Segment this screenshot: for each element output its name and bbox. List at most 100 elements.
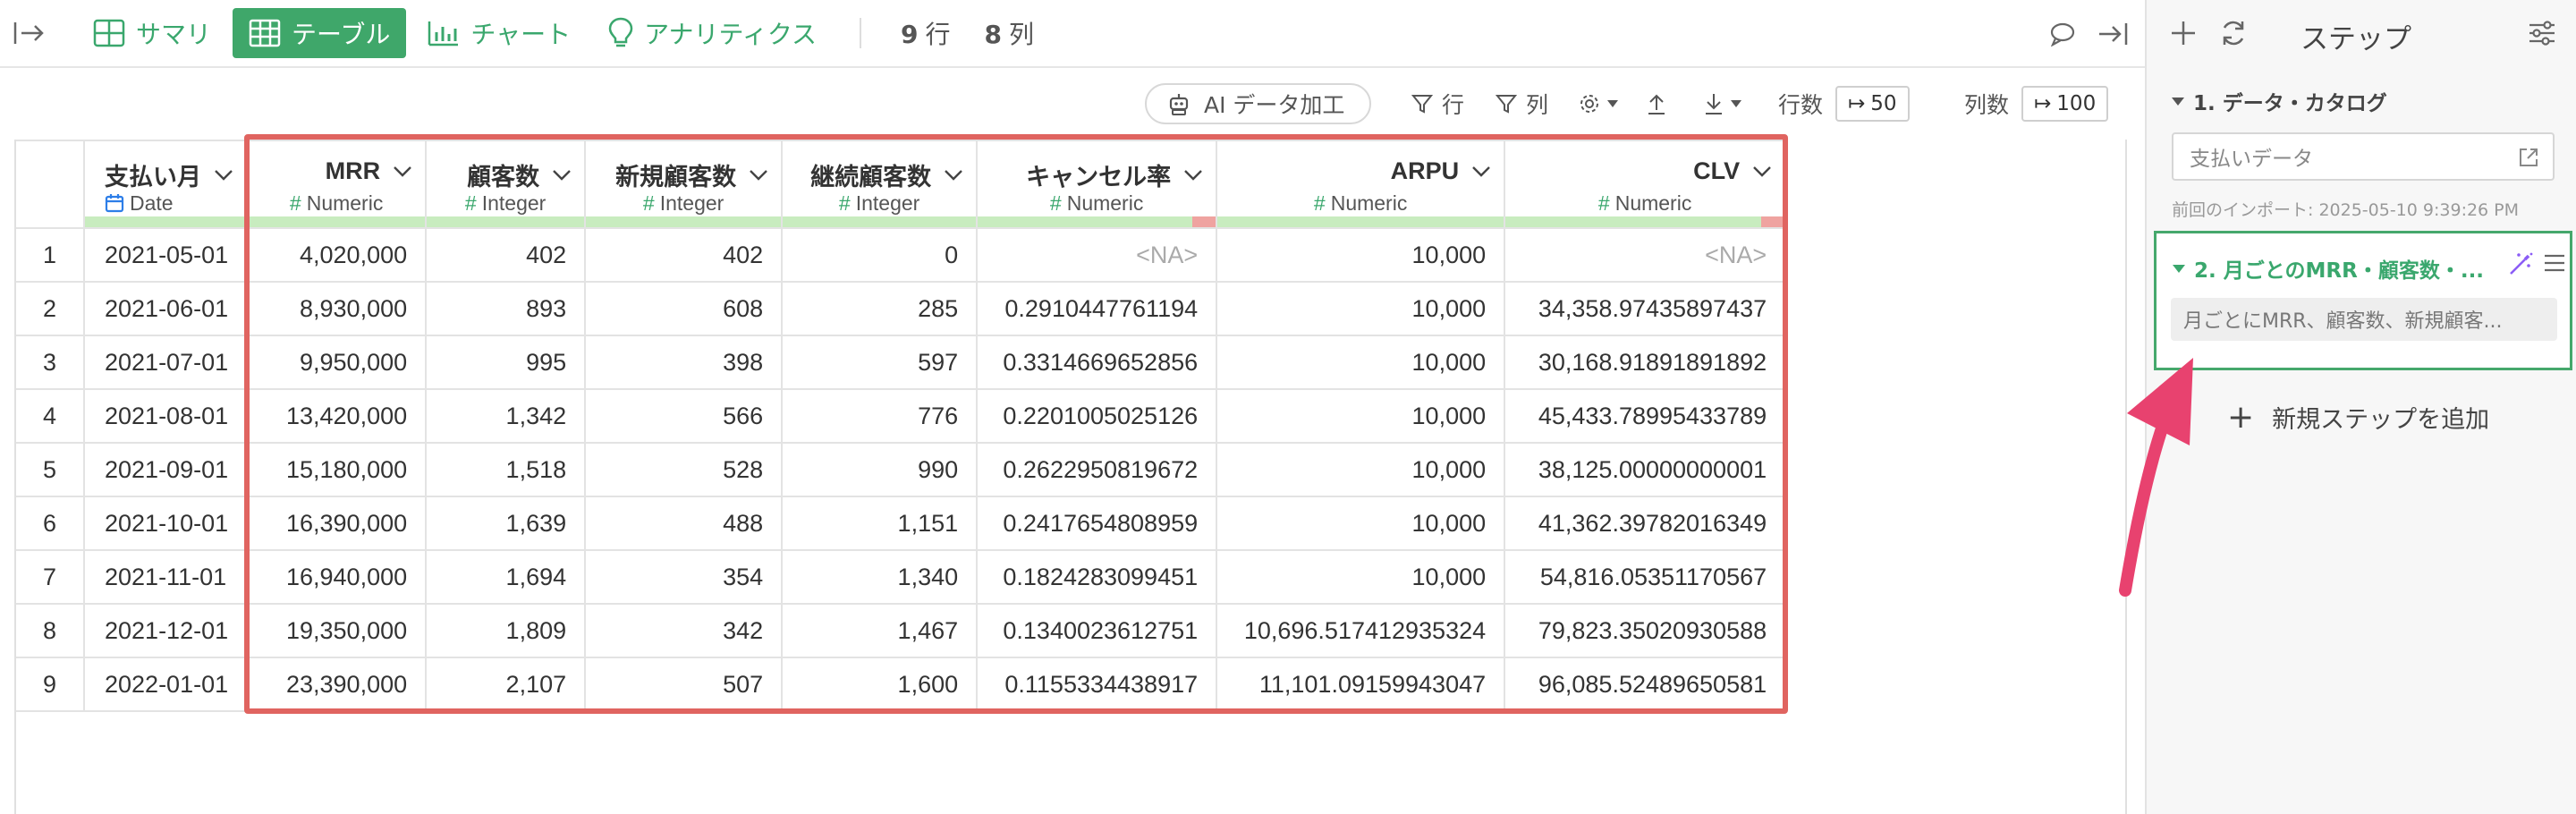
add-new-step-button[interactable]: + 新規ステップを追加 xyxy=(2227,399,2489,436)
chevron-down-icon[interactable] xyxy=(214,169,233,182)
step-2-card[interactable]: 2. 月ごとのMRR・顧客数・... 月ごとにMRR、顧客数、新規顧客... xyxy=(2154,231,2572,370)
refresh-icon[interactable] xyxy=(2218,18,2249,48)
table-cell[interactable]: 2021-06-01 xyxy=(84,282,249,336)
filter-column-button[interactable]: 列 xyxy=(1496,83,1548,124)
table-cell[interactable]: 16,390,000 xyxy=(247,496,428,551)
comment-icon[interactable] xyxy=(2045,16,2080,52)
table-cell[interactable]: 1,518 xyxy=(426,443,587,497)
table-cell[interactable]: 23,390,000 xyxy=(247,657,428,712)
table-cell[interactable]: 34,358.97435897437 xyxy=(1504,282,1787,336)
chevron-down-icon[interactable] xyxy=(552,169,572,182)
table-cell[interactable]: 507 xyxy=(585,657,784,712)
column-header-retained-customers[interactable]: 継続顧客数 # Integer xyxy=(782,140,979,229)
table-cell[interactable]: 1,467 xyxy=(782,604,979,658)
table-cell[interactable]: 2021-09-01 xyxy=(84,443,249,497)
table-cell[interactable]: 8,930,000 xyxy=(247,282,428,336)
table-cell[interactable]: 45,433.78995433789 xyxy=(1504,389,1787,444)
column-header-mrr[interactable]: MRR # Numeric xyxy=(247,140,428,229)
table-cell[interactable]: 1,809 xyxy=(426,604,587,658)
download-menu[interactable] xyxy=(1703,83,1742,124)
table-cell[interactable]: 10,000 xyxy=(1216,282,1506,336)
table-cell[interactable]: 995 xyxy=(426,335,587,390)
sliders-icon[interactable] xyxy=(2528,20,2556,47)
table-cell[interactable]: 9,950,000 xyxy=(247,335,428,390)
table-cell[interactable]: 402 xyxy=(585,228,784,283)
column-header-customers[interactable]: 顧客数 # Integer xyxy=(426,140,587,229)
chevron-down-icon[interactable] xyxy=(1752,165,1772,178)
upload-icon[interactable] xyxy=(1646,83,1667,124)
table-cell[interactable]: 776 xyxy=(782,389,979,444)
table-cell[interactable]: 13,420,000 xyxy=(247,389,428,444)
chevron-down-icon[interactable] xyxy=(393,165,412,178)
table-cell[interactable]: 528 xyxy=(585,443,784,497)
table-cell[interactable]: 285 xyxy=(782,282,979,336)
table-cell[interactable]: 30,168.91891891892 xyxy=(1504,335,1787,390)
table-cell[interactable]: 19,350,000 xyxy=(247,604,428,658)
columns-limit-input[interactable]: ↦ 100 xyxy=(2021,86,2109,122)
table-cell[interactable]: 96,085.52489650581 xyxy=(1504,657,1787,712)
chevron-down-icon[interactable] xyxy=(1471,165,1491,178)
table-cell[interactable]: 2022-01-01 xyxy=(84,657,249,712)
table-cell[interactable]: 1,151 xyxy=(782,496,979,551)
data-source-field[interactable]: 支払いデータ xyxy=(2172,132,2555,181)
step-1-header[interactable]: 1. データ・カタログ xyxy=(2172,86,2387,116)
table-cell[interactable]: 10,000 xyxy=(1216,443,1506,497)
table-cell[interactable]: 0.2417654808959 xyxy=(977,496,1218,551)
table-cell[interactable]: 342 xyxy=(585,604,784,658)
table-cell[interactable]: 2021-07-01 xyxy=(84,335,249,390)
column-header-cancel-rate[interactable]: キャンセル率 # Numeric xyxy=(977,140,1218,229)
collapse-right-icon[interactable] xyxy=(2095,16,2131,52)
table-cell[interactable]: 1,342 xyxy=(426,389,587,444)
table-cell[interactable]: 354 xyxy=(585,550,784,605)
column-header-payment-month[interactable]: 支払い月 Date xyxy=(84,140,249,229)
table-cell[interactable]: 16,940,000 xyxy=(247,550,428,605)
table-cell[interactable]: 38,125.00000000001 xyxy=(1504,443,1787,497)
tab-chart[interactable]: チャート xyxy=(411,8,587,58)
chevron-down-icon[interactable] xyxy=(1183,169,1203,182)
table-cell[interactable]: 0.1155334438917 xyxy=(977,657,1218,712)
table-cell[interactable]: 608 xyxy=(585,282,784,336)
table-cell[interactable]: 566 xyxy=(585,389,784,444)
hamburger-menu-icon[interactable] xyxy=(2543,253,2566,273)
chevron-down-icon[interactable] xyxy=(749,169,768,182)
table-cell[interactable]: 0.2910447761194 xyxy=(977,282,1218,336)
external-link-icon[interactable] xyxy=(2517,146,2540,169)
table-cell[interactable]: 0 xyxy=(782,228,979,283)
chevron-down-icon[interactable] xyxy=(944,169,963,182)
table-cell[interactable]: 2,107 xyxy=(426,657,587,712)
tab-analytics[interactable]: アナリティクス xyxy=(592,8,833,58)
collapse-left-icon[interactable] xyxy=(11,15,47,51)
table-cell[interactable]: 1,639 xyxy=(426,496,587,551)
table-cell-na[interactable]: <NA> xyxy=(1504,228,1787,283)
table-cell[interactable]: 0.2201005025126 xyxy=(977,389,1218,444)
table-cell[interactable]: 2021-11-01 xyxy=(84,550,249,605)
table-cell[interactable]: 10,000 xyxy=(1216,335,1506,390)
ai-data-processing-button[interactable]: AI データ加工 xyxy=(1145,83,1372,124)
column-header-clv[interactable]: CLV # Numeric xyxy=(1504,140,1787,229)
table-cell[interactable]: 10,000 xyxy=(1216,496,1506,551)
tab-summary[interactable]: サマリ xyxy=(77,8,227,58)
filter-row-button[interactable]: 行 xyxy=(1411,83,1464,124)
table-cell[interactable]: 0.2622950819672 xyxy=(977,443,1218,497)
table-cell[interactable]: 1,600 xyxy=(782,657,979,712)
column-header-new-customers[interactable]: 新規顧客数 # Integer xyxy=(585,140,784,229)
settings-menu[interactable] xyxy=(1578,83,1619,124)
table-cell[interactable]: 79,823.35020930588 xyxy=(1504,604,1787,658)
table-cell[interactable]: 2021-12-01 xyxy=(84,604,249,658)
table-cell[interactable]: 402 xyxy=(426,228,587,283)
table-cell[interactable]: 15,180,000 xyxy=(247,443,428,497)
add-icon[interactable] xyxy=(2170,20,2197,47)
table-cell[interactable]: 2021-10-01 xyxy=(84,496,249,551)
table-cell[interactable]: 10,000 xyxy=(1216,550,1506,605)
table-cell[interactable]: 1,340 xyxy=(782,550,979,605)
table-cell[interactable]: 10,000 xyxy=(1216,228,1506,283)
table-cell-na[interactable]: <NA> xyxy=(977,228,1218,283)
rows-limit-input[interactable]: ↦ 50 xyxy=(1835,86,1910,122)
table-cell[interactable]: 10,696.517412935324 xyxy=(1216,604,1506,658)
table-cell[interactable]: 0.1340023612751 xyxy=(977,604,1218,658)
table-cell[interactable]: 54,816.05351170567 xyxy=(1504,550,1787,605)
table-cell[interactable]: 0.1824283099451 xyxy=(977,550,1218,605)
table-cell[interactable]: 597 xyxy=(782,335,979,390)
tab-table[interactable]: テーブル xyxy=(233,8,407,58)
table-cell[interactable]: 1,694 xyxy=(426,550,587,605)
